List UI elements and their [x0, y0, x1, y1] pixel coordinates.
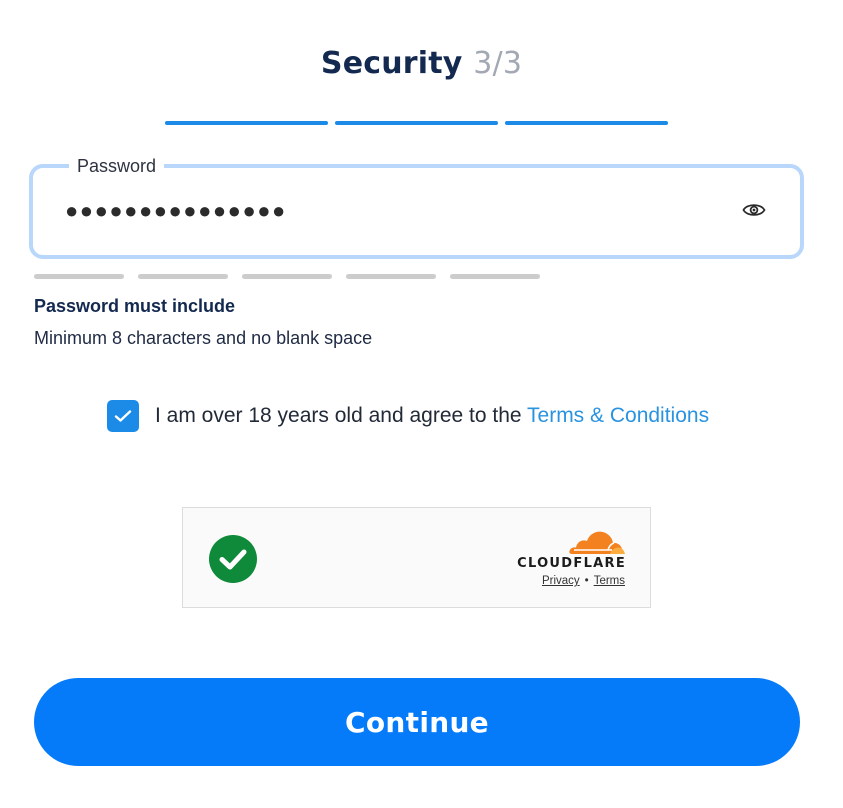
step-counter: 3/3 [473, 46, 523, 81]
password-strength-meter [34, 274, 540, 279]
checkmark-icon [114, 410, 132, 422]
cloudflare-captcha-widget: CLOUDFLARE Privacy • Terms [182, 507, 651, 608]
captcha-footer-links: Privacy • Terms [542, 575, 625, 587]
terms-link[interactable]: Terms [594, 575, 625, 587]
security-step-page: Security 3/3 Password ●●●●●●●●●●●●●●● Pa… [0, 0, 843, 808]
terms-conditions-link[interactable]: Terms & Conditions [527, 404, 709, 427]
cloudflare-logo-icon [569, 531, 625, 554]
terms-text: I am over 18 years old and agree to the … [155, 404, 709, 428]
strength-segment [242, 274, 332, 279]
eye-icon[interactable] [742, 201, 766, 219]
step-bar-3 [505, 121, 668, 125]
privacy-link[interactable]: Privacy [542, 575, 580, 587]
password-label: Password [69, 155, 165, 177]
continue-button[interactable]: Continue [34, 678, 800, 766]
strength-segment [138, 274, 228, 279]
terms-checkbox[interactable] [107, 400, 139, 432]
step-bar-1 [165, 121, 328, 125]
step-bar-2 [335, 121, 498, 125]
cloudflare-wordmark: CLOUDFLARE [517, 556, 626, 571]
password-rules-text: Minimum 8 characters and no blank space [34, 328, 373, 348]
terms-statement: I am over 18 years old and agree to the [155, 404, 528, 427]
terms-row: I am over 18 years old and agree to the … [107, 400, 709, 432]
strength-segment [450, 274, 540, 279]
strength-segment [34, 274, 124, 279]
page-title: Security 3/3 [0, 46, 843, 81]
password-input[interactable]: ●●●●●●●●●●●●●●● [65, 196, 287, 226]
page-title-text: Security [320, 46, 463, 81]
link-separator: • [584, 575, 589, 587]
strength-segment [346, 274, 436, 279]
password-field[interactable]: Password ●●●●●●●●●●●●●●● [29, 155, 804, 259]
step-progress [165, 121, 668, 125]
password-rules-title: Password must include [34, 296, 236, 316]
success-check-icon [209, 535, 257, 583]
